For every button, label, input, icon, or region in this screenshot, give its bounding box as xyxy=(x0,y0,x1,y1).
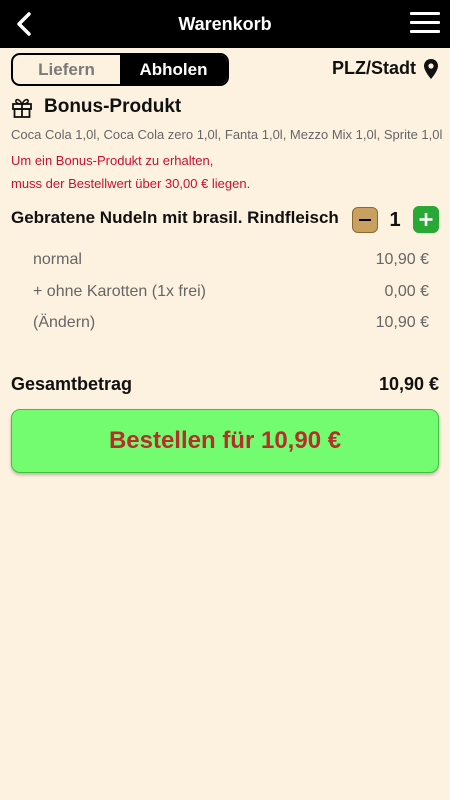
line-price: 10,90 € xyxy=(375,314,429,331)
item-line-variant: normal 10,90 € xyxy=(33,251,429,269)
total-value: 10,90 € xyxy=(378,374,439,394)
order-button[interactable]: Bestellen für 10,90 € xyxy=(11,409,439,473)
map-pin-icon xyxy=(424,58,438,79)
cart-item-name: Gebratene Nudeln mit brasil. Rindfleisch xyxy=(11,208,339,227)
minus-icon xyxy=(359,219,371,221)
bonus-section-header: Bonus-Produkt xyxy=(11,96,181,118)
tab-abholen[interactable]: Abholen xyxy=(120,55,227,84)
item-line-extra: + ohne Karotten (1x frei) 0,00 € xyxy=(33,283,429,301)
bonus-product-list: Coca Cola 1,0l, Coca Cola zero 1,0l, Fan… xyxy=(11,127,443,142)
page-title: Warenkorb xyxy=(178,13,272,34)
bonus-note-line-2: muss der Bestellwert über 30,00 € liegen… xyxy=(11,176,251,191)
hamburger-menu-icon[interactable] xyxy=(410,12,440,36)
quantity-increase-button[interactable] xyxy=(413,206,439,233)
app-header: Warenkorb xyxy=(0,0,450,48)
quantity-value: 1 xyxy=(389,209,401,231)
gift-icon xyxy=(12,98,32,118)
total-row: Gesamtbetrag 10,90 € xyxy=(11,374,439,395)
line-label: + ohne Karotten (1x frei) xyxy=(33,283,206,300)
chevron-left-icon[interactable] xyxy=(12,10,38,38)
line-label: normal xyxy=(33,251,82,268)
delivery-mode-toggle: Liefern Abholen xyxy=(11,53,229,86)
item-line-change[interactable]: (Ändern) 10,90 € xyxy=(33,314,429,332)
bonus-title: Bonus-Produkt xyxy=(44,96,182,117)
total-label: Gesamtbetrag xyxy=(11,374,133,394)
location-label: PLZ/Stadt xyxy=(332,58,416,78)
quantity-decrease-button[interactable] xyxy=(352,207,378,233)
tab-liefern[interactable]: Liefern xyxy=(13,55,120,84)
bonus-requirement-note: Um ein Bonus-Produkt zu erhalten, muss d… xyxy=(11,149,250,195)
line-price: 10,90 € xyxy=(375,251,429,268)
line-price: 0,00 € xyxy=(384,283,429,300)
location-selector[interactable]: PLZ/Stadt xyxy=(332,58,438,79)
bonus-note-line-1: Um ein Bonus-Produkt zu erhalten, xyxy=(11,153,214,168)
change-link[interactable]: (Ändern) xyxy=(33,314,95,332)
